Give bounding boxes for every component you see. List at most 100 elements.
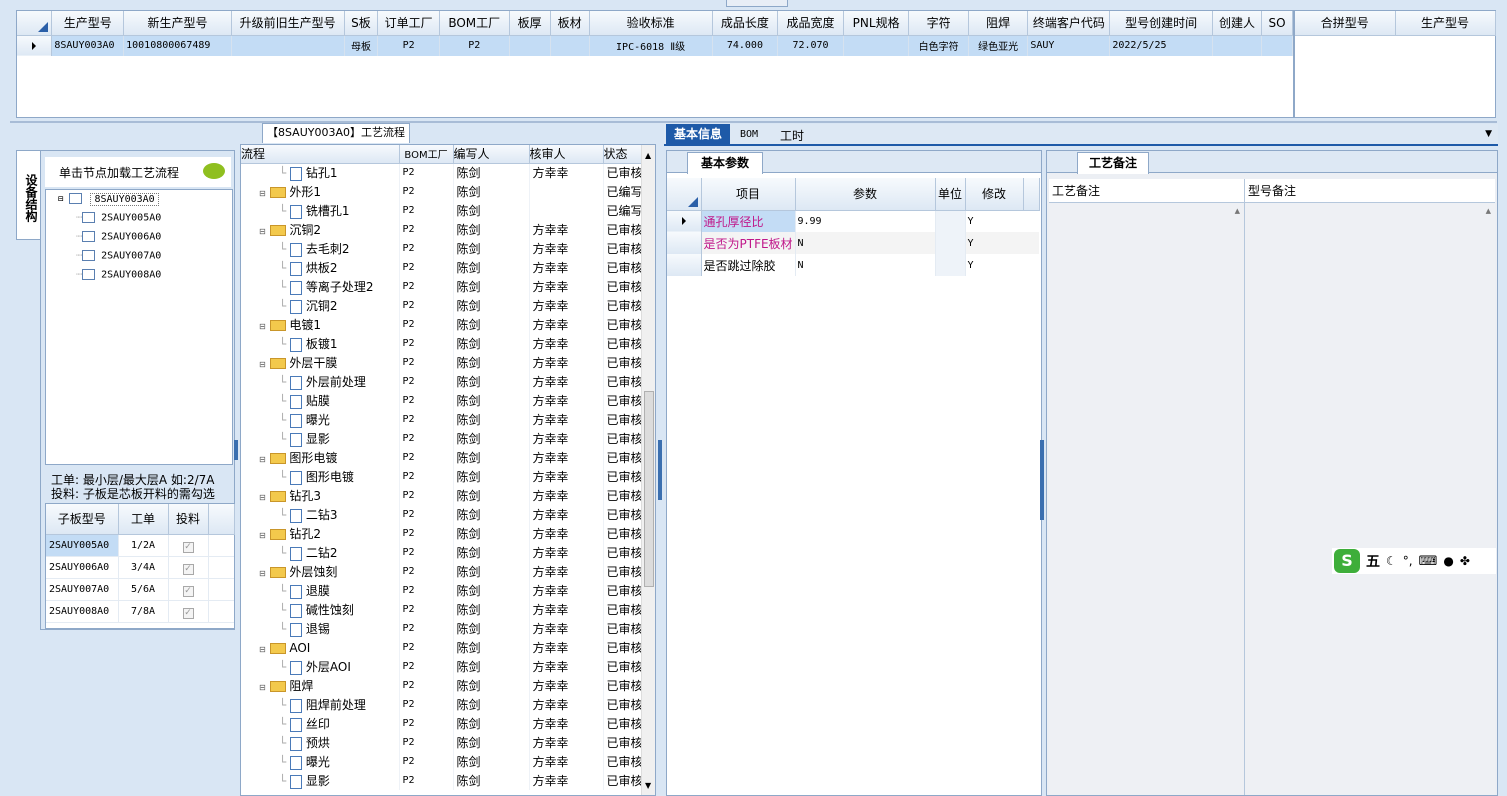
top-col-15[interactable]: 型号创建时间 bbox=[1109, 11, 1213, 36]
flow-factory-cell[interactable]: P2 bbox=[399, 619, 454, 638]
flow-factory-cell[interactable]: P2 bbox=[399, 486, 454, 505]
flow-writer-cell[interactable]: 陈剑 bbox=[453, 581, 530, 600]
flow-writer-cell[interactable]: 陈剑 bbox=[453, 448, 530, 467]
flow-factory-cell[interactable]: P2 bbox=[399, 277, 454, 296]
flow-row[interactable]: ⊟ AOI P2 陈剑 方幸幸 已审核 bbox=[241, 638, 642, 657]
flow-process-cell[interactable]: └ 显影 bbox=[241, 429, 400, 448]
feed-checkbox[interactable]: ✓ bbox=[182, 541, 194, 553]
flow-process-cell[interactable]: ⊟ 图形电镀 bbox=[241, 448, 400, 467]
tab-process-notes[interactable]: 工艺备注 bbox=[1077, 152, 1149, 174]
flow-factory-cell[interactable]: P2 bbox=[399, 315, 454, 334]
param-value-cell[interactable]: 9.99 bbox=[795, 210, 936, 232]
flow-factory-cell[interactable]: P2 bbox=[399, 562, 454, 581]
flow-factory-cell[interactable]: P2 bbox=[399, 353, 454, 372]
param-col-value[interactable]: 参数 bbox=[795, 178, 936, 211]
flow-status-cell[interactable]: 已审核 bbox=[603, 505, 642, 524]
flow-status-cell[interactable]: 已审核 bbox=[603, 353, 642, 372]
flow-row[interactable]: ⊟ 外层蚀刻 P2 陈剑 方幸幸 已审核 bbox=[241, 562, 642, 581]
flow-writer-cell[interactable]: 陈剑 bbox=[453, 201, 530, 220]
flow-reviewer-cell[interactable]: 方幸幸 bbox=[529, 296, 604, 315]
flow-reviewer-cell[interactable] bbox=[529, 201, 604, 220]
flow-status-cell[interactable]: 已审核 bbox=[603, 467, 642, 486]
right-splitter-grip[interactable] bbox=[1040, 440, 1044, 520]
flow-reviewer-cell[interactable]: 方幸幸 bbox=[529, 733, 604, 752]
sub-board-row[interactable]: 2SAUY006A0 3/4A ✓ bbox=[46, 556, 234, 579]
flow-process-cell[interactable]: └ 二钻2 bbox=[241, 543, 400, 562]
scroll-up-icon[interactable]: ▲ bbox=[1235, 207, 1240, 215]
flow-row[interactable]: ⊟ 电镀1 P2 陈剑 方幸幸 已审核 bbox=[241, 315, 642, 334]
param-value-cell[interactable]: N bbox=[795, 254, 936, 276]
top-col-14[interactable]: 终端客户代码 bbox=[1027, 11, 1111, 36]
mid-splitter-grip[interactable] bbox=[658, 440, 662, 500]
top-grid-row[interactable]: 8SAUY003A0 10010800067489 母板 P2 P2 IPC-6018 Ⅱ… bbox=[17, 35, 1293, 56]
param-edit-cell[interactable]: Y bbox=[965, 210, 1023, 232]
flow-status-cell[interactable]: 已审核 bbox=[603, 600, 642, 619]
flow-status-cell[interactable]: 已审核 bbox=[603, 676, 642, 695]
flow-row[interactable]: └ 退膜 P2 陈剑 方幸幸 已审核 bbox=[241, 581, 642, 600]
flow-writer-cell[interactable]: 陈剑 bbox=[453, 733, 530, 752]
flow-status-cell[interactable]: 已审核 bbox=[603, 315, 642, 334]
top-cell-4[interactable]: P2 bbox=[377, 35, 440, 56]
flow-writer-cell[interactable]: 陈剑 bbox=[453, 486, 530, 505]
param-edit-cell[interactable]: Y bbox=[965, 232, 1023, 254]
flow-writer-cell[interactable]: 陈剑 bbox=[453, 771, 530, 790]
flow-factory-cell[interactable]: P2 bbox=[399, 676, 454, 695]
flow-status-cell[interactable]: 已审核 bbox=[603, 714, 642, 733]
flow-factory-cell[interactable]: P2 bbox=[399, 638, 454, 657]
sub-col-feed[interactable]: 投料 bbox=[168, 504, 209, 535]
flow-process-cell[interactable]: └ 阻焊前处理 bbox=[241, 695, 400, 714]
flow-row[interactable]: └ 阻焊前处理 P2 陈剑 方幸幸 已审核 bbox=[241, 695, 642, 714]
flow-process-cell[interactable]: └ 铣槽孔1 bbox=[241, 201, 400, 220]
flow-process-cell[interactable]: ⊟ 外层干膜 bbox=[241, 353, 400, 372]
flow-factory-cell[interactable]: P2 bbox=[399, 600, 454, 619]
scroll-thumb[interactable] bbox=[644, 391, 654, 587]
scroll-down-icon[interactable]: ▼ bbox=[645, 781, 651, 790]
flow-factory-cell[interactable]: P2 bbox=[399, 372, 454, 391]
flow-status-cell[interactable]: 已审核 bbox=[603, 258, 642, 277]
flow-row[interactable]: └ 铣槽孔1 P2 陈剑 已编写 bbox=[241, 201, 642, 220]
flow-row[interactable]: ⊟ 外层干膜 P2 陈剑 方幸幸 已审核 bbox=[241, 353, 642, 372]
flow-col-writer[interactable]: 编写人 bbox=[453, 145, 530, 164]
param-unit-cell[interactable] bbox=[935, 210, 966, 232]
flow-status-cell[interactable]: 已审核 bbox=[603, 752, 642, 771]
tab-basic-params[interactable]: 基本参数 bbox=[687, 152, 763, 174]
flow-factory-cell[interactable]: P2 bbox=[399, 239, 454, 258]
flow-row[interactable]: ⊟ 外形1 P2 陈剑 已编写 bbox=[241, 182, 642, 201]
flow-factory-cell[interactable]: P2 bbox=[399, 695, 454, 714]
flow-row[interactable]: └ 显影 P2 陈剑 方幸幸 已审核 bbox=[241, 429, 642, 448]
flow-status-cell[interactable]: 已审核 bbox=[603, 486, 642, 505]
flow-reviewer-cell[interactable]: 方幸幸 bbox=[529, 391, 604, 410]
flow-writer-cell[interactable]: 陈剑 bbox=[453, 239, 530, 258]
flow-col-reviewer[interactable]: 核审人 bbox=[529, 145, 604, 164]
param-row[interactable]: 是否为PTFE板材 N Y bbox=[667, 232, 1039, 254]
flow-writer-cell[interactable]: 陈剑 bbox=[453, 220, 530, 239]
flow-process-cell[interactable]: └ 退锡 bbox=[241, 619, 400, 638]
flow-writer-cell[interactable]: 陈剑 bbox=[453, 676, 530, 695]
flow-process-cell[interactable]: └ 显影 bbox=[241, 771, 400, 790]
flow-reviewer-cell[interactable]: 方幸幸 bbox=[529, 505, 604, 524]
flow-writer-cell[interactable]: 陈剑 bbox=[453, 429, 530, 448]
sub-order-cell[interactable]: 3/4A bbox=[118, 556, 169, 579]
flow-reviewer-cell[interactable]: 方幸幸 bbox=[529, 695, 604, 714]
tree-root-node[interactable]: ⊟ 8SAUY003A0 bbox=[58, 192, 159, 206]
flow-process-cell[interactable]: └ 钻孔1 bbox=[241, 163, 400, 182]
flow-writer-cell[interactable]: 陈剑 bbox=[453, 277, 530, 296]
top-cell-7[interactable] bbox=[550, 35, 590, 56]
flow-reviewer-cell[interactable]: 方幸幸 bbox=[529, 581, 604, 600]
flow-factory-cell[interactable]: P2 bbox=[399, 752, 454, 771]
flow-reviewer-cell[interactable]: 方幸幸 bbox=[529, 239, 604, 258]
flow-reviewer-cell[interactable]: 方幸幸 bbox=[529, 486, 604, 505]
top-col-16[interactable]: 创建人 bbox=[1212, 11, 1263, 36]
flow-writer-cell[interactable]: 陈剑 bbox=[453, 296, 530, 315]
flow-process-cell[interactable]: ⊟ 沉铜2 bbox=[241, 220, 400, 239]
sub-model-cell[interactable]: 2SAUY007A0 bbox=[46, 578, 119, 601]
flow-writer-cell[interactable]: 陈剑 bbox=[453, 619, 530, 638]
flow-writer-cell[interactable]: 陈剑 bbox=[453, 182, 530, 201]
flow-factory-cell[interactable]: P2 bbox=[399, 220, 454, 239]
flow-process-cell[interactable]: ⊟ 外层蚀刻 bbox=[241, 562, 400, 581]
flow-process-cell[interactable]: └ 二钻3 bbox=[241, 505, 400, 524]
sub-model-cell[interactable]: 2SAUY008A0 bbox=[46, 600, 119, 623]
flow-writer-cell[interactable]: 陈剑 bbox=[453, 562, 530, 581]
flow-status-cell[interactable]: 已审核 bbox=[603, 163, 642, 182]
flow-reviewer-cell[interactable]: 方幸幸 bbox=[529, 638, 604, 657]
